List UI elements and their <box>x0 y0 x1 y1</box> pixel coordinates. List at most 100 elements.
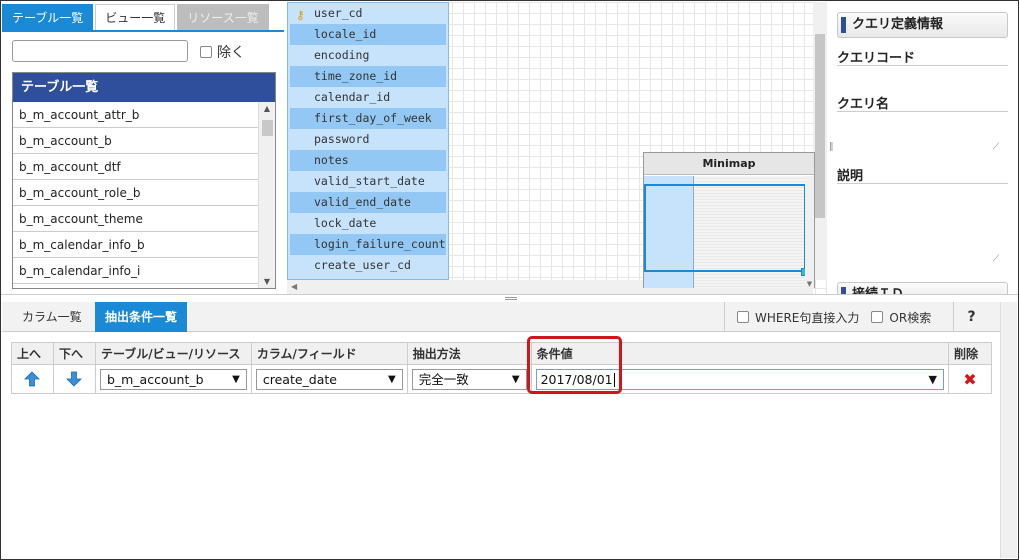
bottom-tab-bar: カラム一覧 抽出条件一覧 WHERE句直接入力 OR検索 ? <box>2 302 1000 332</box>
entity-field[interactable]: calendar_id <box>290 87 446 108</box>
entity-field[interactable]: login_failure_count <box>290 234 446 255</box>
where-direct-label: WHERE句直接入力 <box>755 310 860 325</box>
entity-field[interactable]: first_day_of_week <box>290 108 446 129</box>
splitter-grip-icon[interactable]: ‖ <box>829 142 834 152</box>
exclude-label: 除く <box>217 45 245 61</box>
chevron-down-icon: ▼ <box>388 373 396 385</box>
entity-field[interactable]: time_zone_id <box>290 66 446 87</box>
designer-canvas[interactable]: ⚷ user_cd locale_id encoding time_zone_i… <box>287 2 827 294</box>
list-item[interactable]: b_m_account_role_b <box>13 180 259 206</box>
canvas-vertical-scrollbar[interactable] <box>813 2 827 280</box>
col-header-column: カラム/フィールド <box>250 342 408 365</box>
minimap[interactable]: Minimap ▼ <box>643 152 815 288</box>
method-select-value: 完全一致 <box>418 371 469 387</box>
resize-grip-icon[interactable]: ⟋ <box>993 254 999 264</box>
table-list-scrollbar[interactable]: ▲ ▼ <box>258 102 275 288</box>
minimap-body[interactable] <box>644 176 809 288</box>
delete-cell: ✖ <box>948 364 992 394</box>
scroll-down-icon[interactable]: ▼ <box>259 275 275 288</box>
connection-id-header: 接続ＩＤ <box>837 282 1008 294</box>
col-header-delete: 削除 <box>948 342 992 365</box>
splitter-grip-icon[interactable] <box>505 297 517 300</box>
key-icon: ⚷ <box>296 8 305 22</box>
column-cell: create_date ▼ <box>250 364 408 394</box>
table-list-header-corner <box>258 73 275 102</box>
column-select[interactable]: create_date ▼ <box>255 368 403 390</box>
method-cell: 完全一致 ▼ <box>406 364 532 394</box>
list-item[interactable]: b_m_calendar_info_b <box>13 232 259 258</box>
horizontal-splitter[interactable] <box>1 294 1018 302</box>
scroll-up-icon[interactable]: ▲ <box>259 102 275 116</box>
col-header-down: 下へ <box>52 342 96 365</box>
tab-column-list[interactable]: カラム一覧 <box>12 302 92 332</box>
tab-table-list[interactable]: テーブル一覧 <box>2 4 94 30</box>
highlight-annotation <box>527 336 622 394</box>
col-header-up: 上へ <box>11 342 54 365</box>
or-search-checkbox[interactable] <box>871 311 884 323</box>
table-filter-input[interactable] <box>12 40 188 62</box>
table-list: テーブル一覧 b_m_account_attr_b b_m_account_b … <box>12 72 276 289</box>
grid-header-row: 上へ 下へ テーブル/ビュー/リソース カラム/フィールド 抽出方法 条件値 削… <box>11 342 992 365</box>
table-select[interactable]: b_m_account_b ▼ <box>99 368 247 390</box>
condition-grid: 上へ 下へ テーブル/ビュー/リソース カラム/フィールド 抽出方法 条件値 削… <box>11 342 992 394</box>
down-cell <box>52 364 96 394</box>
exclude-checkbox[interactable]: 除く <box>200 42 245 62</box>
description-field[interactable] <box>837 183 1008 184</box>
entity-field[interactable]: locale_id <box>290 24 446 45</box>
entity-field[interactable]: create_user_cd <box>290 255 446 276</box>
scroll-down-icon[interactable]: ▼ <box>805 280 814 288</box>
query-definition-header: クエリ定義情報 <box>837 12 1008 38</box>
col-header-table: テーブル/ビュー/リソース <box>94 342 252 365</box>
left-tabs: テーブル一覧 ビュー一覧 リソース一覧 <box>2 4 271 30</box>
arrow-down-icon[interactable] <box>66 371 83 387</box>
left-panel: テーブル一覧 ビュー一覧 リソース一覧 除く テーブル一覧 b_m_accoun… <box>2 2 284 292</box>
column-select-value: create_date <box>262 371 337 387</box>
resize-grip-icon[interactable]: ⟋ <box>993 142 999 152</box>
method-select[interactable]: 完全一致 ▼ <box>411 368 527 390</box>
entity-field[interactable]: password <box>290 129 446 150</box>
chevron-down-icon[interactable]: ▼ <box>929 370 937 389</box>
table-row: b_m_account_b ▼ create_date ▼ 完全一致 ▼ 201… <box>11 364 992 394</box>
entity-field[interactable]: ⚷ user_cd <box>290 3 446 24</box>
query-code-field[interactable] <box>837 65 1008 66</box>
delete-x-icon[interactable]: ✖ <box>963 370 976 389</box>
entity-field[interactable]: valid_end_date <box>290 192 446 213</box>
bottom-scrollbar[interactable] <box>1000 302 1017 558</box>
up-cell <box>11 364 54 394</box>
list-item[interactable]: b_m_account_dtf <box>13 154 259 180</box>
query-code-label: クエリコード <box>837 51 916 66</box>
minimap-scrollbar[interactable]: ▼ <box>805 176 814 288</box>
bottom-panel: カラム一覧 抽出条件一覧 WHERE句直接入力 OR検索 ? 上へ 下へ テーブ… <box>2 302 1000 558</box>
list-item[interactable]: b_m_calendar_info_i <box>13 258 259 284</box>
entity-field[interactable]: valid_start_date <box>290 171 446 192</box>
help-button[interactable]: ? <box>953 302 989 332</box>
query-name-label: クエリ名 <box>837 97 890 112</box>
list-item[interactable]: b_m_account_theme <box>13 206 259 232</box>
entity-field[interactable]: notes <box>290 150 446 171</box>
tab-condition-list[interactable]: 抽出条件一覧 <box>95 302 188 332</box>
tab-view-list[interactable]: ビュー一覧 <box>95 4 176 30</box>
query-definition-panel: クエリ定義情報 クエリコード クエリ名 ⟋ ‖ 説明 ⟋ 接続ＩＤ <box>829 2 1017 294</box>
entity-field[interactable]: encoding <box>290 45 446 66</box>
tab-underline <box>2 30 284 32</box>
where-direct-checkbox[interactable] <box>737 311 749 323</box>
arrow-up-icon[interactable] <box>24 371 41 387</box>
chevron-down-icon: ▼ <box>511 373 520 385</box>
description-label: 説明 <box>837 169 864 184</box>
query-name-field[interactable] <box>837 111 1008 112</box>
list-item[interactable]: b_m_account_b <box>13 128 259 154</box>
entity-field[interactable]: lock_date <box>290 213 446 234</box>
minimap-title: Minimap <box>644 153 814 175</box>
tab-resource-list[interactable]: リソース一覧 <box>177 4 269 30</box>
table-list-header: テーブル一覧 <box>13 73 259 102</box>
col-header-method: 抽出方法 <box>406 342 532 365</box>
checkbox-icon[interactable] <box>200 46 212 58</box>
list-item[interactable]: b_m_account_attr_b <box>13 102 259 128</box>
entity-box[interactable]: ⚷ user_cd locale_id encoding time_zone_i… <box>287 2 449 280</box>
or-search-label: OR検索 <box>889 310 932 325</box>
scroll-thumb[interactable] <box>815 34 825 218</box>
minimap-viewport[interactable] <box>644 184 806 272</box>
table-cell: b_m_account_b ▼ <box>94 364 252 394</box>
scroll-left-icon[interactable]: ◀ <box>291 282 297 291</box>
scroll-thumb[interactable] <box>262 120 273 136</box>
